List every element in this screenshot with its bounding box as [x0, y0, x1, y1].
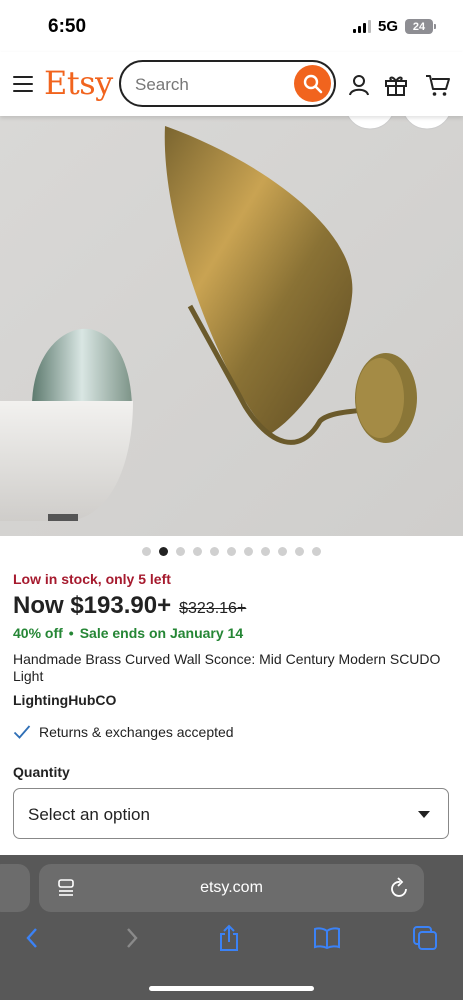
reload-icon[interactable]	[390, 877, 410, 899]
quantity-select[interactable]: Select an option	[13, 788, 449, 839]
search-placeholder: Search	[135, 75, 189, 94]
pagination-dot[interactable]	[176, 547, 185, 556]
product-title: Handmade Brass Curved Wall Sconce: Mid C…	[13, 651, 441, 684]
search-input[interactable]: Search	[119, 60, 336, 107]
url-text: etsy.com	[200, 879, 263, 896]
browser-bar: etsy.com	[0, 855, 463, 1000]
pagination-dot[interactable]	[142, 547, 151, 556]
cart-button[interactable]	[425, 72, 451, 98]
tabs-icon	[413, 926, 437, 950]
back-button[interactable]	[17, 923, 47, 953]
chevron-right-icon	[127, 928, 138, 948]
pagination-dot[interactable]	[312, 547, 321, 556]
pagination-dot[interactable]	[210, 547, 219, 556]
quantity-select-value: Select an option	[28, 805, 150, 824]
tabs-button[interactable]	[410, 923, 440, 953]
image-pagination[interactable]	[0, 547, 463, 556]
forward-button[interactable]	[117, 923, 147, 953]
pagination-dot[interactable]	[295, 547, 304, 556]
search-icon	[303, 74, 322, 93]
chevron-down-icon	[418, 811, 430, 818]
sale-separator: •	[68, 625, 74, 641]
gift-icon	[385, 76, 407, 96]
pagination-dot[interactable]	[278, 547, 287, 556]
pagination-dot[interactable]	[244, 547, 253, 556]
original-price: $323.16+	[179, 600, 247, 617]
previous-tab[interactable]	[0, 864, 30, 912]
pagination-dot[interactable]	[227, 547, 236, 556]
battery-icon: 24	[405, 19, 436, 34]
user-icon	[349, 75, 369, 96]
sale-info: 40% off • Sale ends on January 14	[13, 625, 243, 641]
chevron-left-icon	[26, 928, 37, 948]
shop-name-link[interactable]: LightingHubCO	[13, 692, 116, 708]
pagination-dot[interactable]	[159, 547, 168, 556]
pagination-dot[interactable]	[261, 547, 270, 556]
price-row: Now $193.90+ $323.16+	[13, 592, 246, 620]
address-bar[interactable]: etsy.com	[39, 864, 424, 912]
returns-info: Returns & exchanges accepted	[13, 724, 234, 740]
network-label: 5G	[377, 18, 398, 35]
status-indicators: 5G 24	[352, 18, 436, 35]
search-button[interactable]	[294, 65, 331, 102]
bookmarks-button[interactable]	[312, 923, 342, 953]
current-price: Now $193.90+	[13, 592, 172, 619]
product-image[interactable]	[0, 116, 463, 536]
account-button[interactable]	[346, 72, 372, 98]
signal-icon	[352, 20, 371, 33]
stock-status: Low in stock, only 5 left	[13, 571, 171, 587]
home-indicator	[149, 986, 314, 991]
product-photo	[0, 116, 463, 536]
share-button[interactable]	[214, 923, 244, 953]
share-icon	[220, 924, 238, 951]
site-header: Etsy Search	[0, 52, 463, 116]
pagination-dot[interactable]	[193, 547, 202, 556]
status-bar: 6:50 5G 24	[0, 0, 463, 52]
discount-label: 40% off	[13, 625, 63, 641]
browser-toolbar	[0, 923, 463, 957]
gift-button[interactable]	[383, 72, 409, 98]
quantity-label: Quantity	[13, 764, 70, 780]
returns-text: Returns & exchanges accepted	[39, 724, 234, 740]
sale-end-text: Sale ends on January 14	[79, 625, 244, 641]
menu-icon[interactable]	[13, 76, 33, 92]
checkmark-icon	[13, 725, 31, 739]
book-icon	[314, 927, 340, 949]
status-time: 6:50	[48, 16, 87, 37]
cart-icon	[426, 75, 450, 96]
etsy-logo[interactable]: Etsy	[44, 64, 113, 102]
